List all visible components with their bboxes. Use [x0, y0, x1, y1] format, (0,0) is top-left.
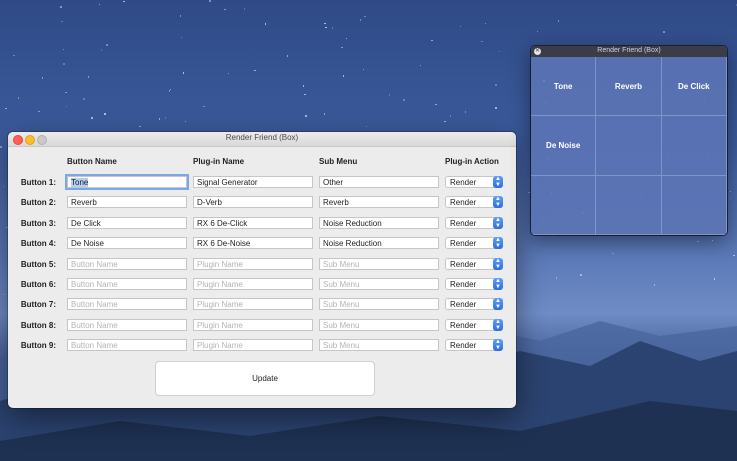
- plugin-action-select[interactable]: Render ▲ ▼: [445, 298, 503, 311]
- hud-button-6[interactable]: [661, 116, 727, 176]
- chevron-updown-icon: ▲ ▼: [493, 257, 503, 270]
- hud-button-4[interactable]: De Noise: [531, 116, 597, 176]
- plugin-action-select[interactable]: Render ▲ ▼: [445, 339, 503, 352]
- hud-window: ✕ Render Friend (Box) Tone Reverb De Click…: [531, 46, 727, 235]
- plugin-action-value: Render: [450, 239, 477, 249]
- header-plugin-name: Plug-in Name: [193, 157, 245, 166]
- plugin-name-field[interactable]: Signal Generator: [193, 176, 313, 188]
- sub-menu-field[interactable]: Noise Reduction: [319, 237, 439, 250]
- row-label: Button 8:: [20, 320, 56, 330]
- row-label: Button 2:: [20, 198, 56, 208]
- sub-menu-field[interactable]: Sub Menu: [319, 318, 439, 331]
- plugin-name-field[interactable]: Plugin Name: [193, 298, 313, 311]
- row-label: Button 3:: [20, 218, 56, 228]
- button-name-field[interactable]: Button Name: [67, 257, 187, 270]
- button-name-field[interactable]: Tone: [65, 174, 189, 190]
- plugin-name-field[interactable]: RX 6 De-Click: [193, 216, 313, 229]
- chevron-updown-icon: ▲ ▼: [493, 237, 503, 250]
- plugin-action-value: Render: [450, 259, 477, 269]
- update-button[interactable]: Update: [155, 361, 375, 396]
- sub-menu-field[interactable]: Sub Menu: [319, 278, 439, 290]
- hud-titlebar[interactable]: ✕ Render Friend (Box): [531, 46, 727, 57]
- plugin-name-field[interactable]: RX 6 De-Noise: [193, 237, 313, 250]
- plugin-action-select[interactable]: Render ▲ ▼: [445, 216, 503, 229]
- row-label: Button 9:: [20, 341, 56, 351]
- plugin-name-field[interactable]: Plugin Name: [193, 278, 313, 290]
- row-label: Button 1:: [20, 178, 56, 187]
- plugin-action-value: Render: [450, 300, 477, 310]
- chevron-updown-icon: ▲ ▼: [493, 318, 503, 331]
- plugin-action-value: Render: [450, 218, 477, 228]
- hud-button-3[interactable]: De Click: [661, 57, 727, 117]
- header-button-name: Button Name: [67, 157, 117, 166]
- hud-button-7[interactable]: [531, 175, 597, 235]
- hud-button-1[interactable]: Tone: [531, 57, 597, 117]
- sub-menu-field[interactable]: Sub Menu: [319, 298, 439, 311]
- chevron-updown-icon: ▲ ▼: [493, 298, 503, 311]
- row-label: Button 4:: [20, 239, 56, 249]
- plugin-action-value: Render: [450, 178, 477, 187]
- button-name-field[interactable]: De Noise: [67, 237, 187, 250]
- plugin-name-field[interactable]: Plugin Name: [193, 339, 313, 352]
- hud-button-5[interactable]: [596, 116, 662, 176]
- hud-button-2[interactable]: Reverb: [596, 57, 662, 117]
- hud-button-8[interactable]: [596, 175, 662, 235]
- sub-menu-field[interactable]: Sub Menu: [319, 339, 439, 352]
- plugin-action-select[interactable]: Render ▲ ▼: [445, 196, 503, 209]
- plugin-action-value: Render: [450, 280, 477, 289]
- header-plugin-action: Plug-in Action: [445, 157, 499, 166]
- window-title: Render Friend (Box): [225, 133, 299, 142]
- button-name-field[interactable]: De Click: [67, 216, 187, 229]
- sub-menu-field[interactable]: Noise Reduction: [319, 216, 439, 229]
- plugin-action-select[interactable]: Render ▲ ▼: [445, 176, 503, 188]
- plugin-action-value: Render: [450, 341, 477, 351]
- plugin-action-value: Render: [450, 320, 477, 330]
- main-window: Render Friend (Box) Button Name Plug-in …: [8, 132, 516, 408]
- plugin-action-select[interactable]: Render ▲ ▼: [445, 318, 503, 331]
- chevron-updown-icon: ▲ ▼: [493, 216, 503, 229]
- chevron-updown-icon: ▲ ▼: [493, 196, 503, 209]
- selected-text: Tone: [71, 178, 89, 187]
- plugin-action-select[interactable]: Render ▲ ▼: [445, 237, 503, 250]
- plugin-action-select[interactable]: Render ▲ ▼: [445, 278, 503, 290]
- plugin-action-select[interactable]: Render ▲ ▼: [445, 257, 503, 270]
- hud-title: Render Friend (Box): [597, 47, 661, 54]
- button-name-field[interactable]: Button Name: [67, 298, 187, 311]
- row-label: Button 5:: [20, 259, 56, 269]
- header-sub-menu: Sub Menu: [319, 157, 358, 166]
- plugin-name-field[interactable]: Plugin Name: [193, 318, 313, 331]
- button-name-field[interactable]: Button Name: [67, 278, 187, 290]
- hud-button-9[interactable]: [661, 175, 727, 235]
- row-label: Button 6:: [20, 280, 56, 289]
- button-name-field[interactable]: Reverb: [67, 196, 187, 209]
- plugin-name-field[interactable]: Plugin Name: [193, 257, 313, 270]
- sub-menu-field[interactable]: Sub Menu: [319, 257, 439, 270]
- button-name-field[interactable]: Button Name: [67, 339, 187, 352]
- sub-menu-field[interactable]: Other: [319, 176, 439, 188]
- sub-menu-field[interactable]: Reverb: [319, 196, 439, 209]
- chevron-updown-icon: ▲ ▼: [493, 339, 503, 352]
- row-label: Button 7:: [20, 300, 56, 310]
- chevron-updown-icon: ▲ ▼: [493, 176, 503, 188]
- plugin-name-field[interactable]: D-Verb: [193, 196, 313, 209]
- button-name-field[interactable]: Button Name: [67, 318, 187, 331]
- main-window-titlebar[interactable]: Render Friend (Box): [8, 132, 516, 147]
- chevron-updown-icon: ▲ ▼: [493, 278, 503, 290]
- plugin-action-value: Render: [450, 198, 477, 208]
